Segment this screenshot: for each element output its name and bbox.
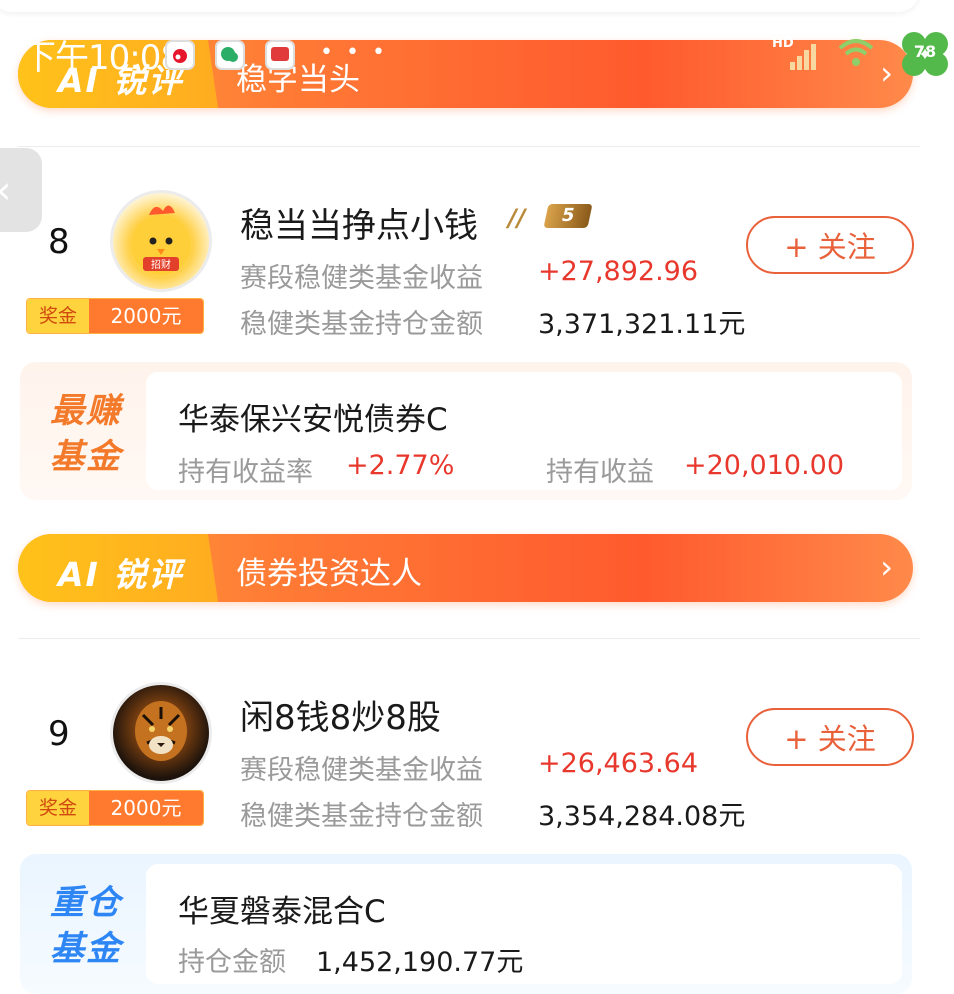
tiger-icon (135, 701, 187, 761)
stat-value-holding: 3,354,284.08元 (538, 801, 746, 832)
user-name[interactable]: 闲8钱8炒8股 (240, 690, 441, 739)
stat-value-holding: 3,371,321.11元 (538, 309, 746, 340)
chevron-right-icon: › (880, 54, 893, 92)
prize-value: 2000元 (89, 299, 203, 333)
fund-name: 华夏磐泰混合C (178, 894, 386, 930)
chevron-right-icon: › (880, 548, 893, 586)
prize-badge: 奖金 2000元 (26, 790, 204, 826)
prize-label: 奖金 (27, 791, 89, 825)
fund-metric-value-2: +20,010.00 (684, 450, 845, 481)
side-back-tab[interactable]: ‹ (0, 148, 42, 232)
prize-value: 2000元 (89, 791, 203, 825)
stat-label-holding: 稳健类基金持仓金额 (240, 309, 483, 340)
app-notification-icon (265, 40, 295, 70)
rank-number: 9 (48, 714, 70, 754)
fund-metric-label-2: 持有收益 (546, 457, 654, 488)
signal-icon (790, 40, 820, 70)
user-name[interactable]: 稳当当挣点小钱 (240, 198, 478, 247)
ai-review-tag-label: AI 锐评 (58, 555, 184, 594)
ai-review-tag: AI 锐评 (18, 534, 218, 602)
fund-metric-value: 1,452,190.77元 (316, 947, 524, 978)
ai-review-banner-2[interactable]: AI 锐评 债券投资达人 › (18, 534, 913, 602)
stat-label-holding: 稳健类基金持仓金额 (240, 801, 483, 832)
wifi-icon (838, 38, 874, 76)
fund-metric-value: +2.77% (346, 450, 455, 481)
ai-review-text: 债券投资达人 (236, 556, 422, 592)
svg-text:招财: 招财 (151, 258, 171, 271)
status-time: 下午10:08 (22, 38, 182, 78)
stat-value-return: +26,463.64 (538, 748, 699, 779)
previous-card-bottom (0, 0, 920, 12)
stat-label-return: 赛段稳健类基金收益 (240, 755, 483, 786)
divider (18, 638, 920, 639)
wechat-icon (215, 40, 245, 70)
stat-label-return: 赛段稳健类基金收益 (240, 263, 483, 294)
level-number: 5 (543, 204, 593, 228)
more-notifications-icon: • • • (320, 40, 388, 65)
rank-number: 8 (48, 222, 70, 262)
stat-value-return: +27,892.96 (538, 256, 699, 287)
fund-metric-label: 持有收益率 (178, 457, 313, 488)
fund-name: 华泰保兴安悦债券C (178, 402, 448, 438)
level-badge: // 5 (508, 202, 593, 232)
back-arrow-icon: ‹ (0, 168, 11, 212)
fund-tag: 最赚 基金 (50, 391, 122, 477)
follow-button[interactable]: + 关注 (746, 708, 914, 766)
avatar[interactable] (110, 682, 212, 784)
prize-badge: 奖金 2000元 (26, 298, 204, 334)
follow-button[interactable]: + 关注 (746, 216, 914, 274)
chick-mascot-icon: 招财 (131, 205, 191, 275)
divider (18, 146, 920, 147)
battery-clover-icon: 78 (900, 32, 950, 78)
fund-tag: 重仓 基金 (50, 883, 122, 969)
wing-icon: // (508, 204, 526, 232)
weibo-icon (165, 40, 195, 70)
fund-metric-label: 持仓金额 (178, 947, 286, 978)
avatar[interactable]: 招财 (110, 190, 212, 292)
prize-label: 奖金 (27, 299, 89, 333)
